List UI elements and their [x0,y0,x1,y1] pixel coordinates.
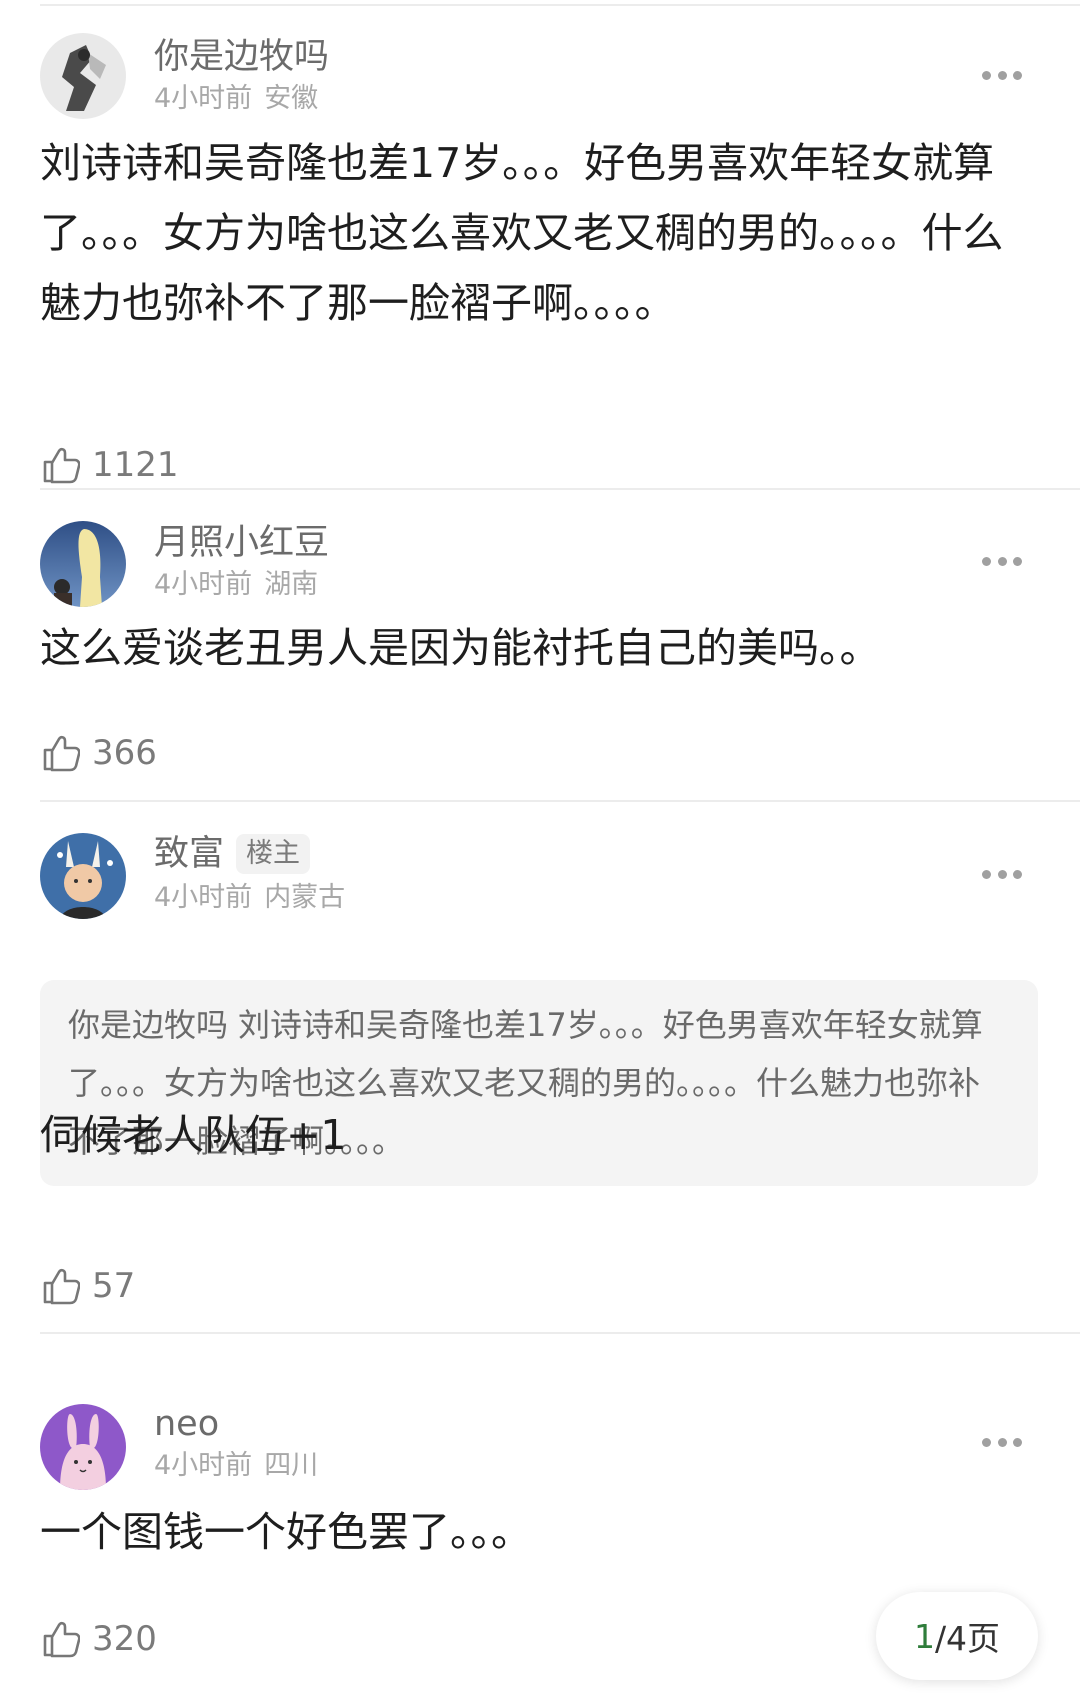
comment-item: 月照小红豆 4小时前 湖南 这么爱谈老丑男人是因为能衬托自己的美吗。。 366 [0,490,1080,802]
op-badge: 楼主 [236,834,311,874]
comment-time: 4小时前 [154,569,253,600]
comment-location: 安徽 [264,83,319,114]
page-current: 1 [913,1616,935,1656]
like-count: 57 [92,1266,136,1306]
user-name[interactable]: 致富 [154,834,224,874]
user-name-row: 致富 楼主 [154,834,311,874]
avatar[interactable] [40,521,126,607]
more-dots-icon[interactable] [982,869,1022,879]
avatar[interactable] [40,833,126,919]
like-count: 1121 [92,445,179,485]
user-name-row: 你是边牧吗 [154,37,329,77]
avatar[interactable] [40,1404,126,1490]
comment-meta: 4小时前 内蒙古 [154,882,345,914]
user-name[interactable]: neo [154,1404,219,1444]
like-count: 320 [92,1619,157,1659]
like-button[interactable]: 320 [42,1619,157,1659]
page-total: /4页 [934,1619,1001,1658]
comment-time: 4小时前 [154,882,253,913]
page-indicator[interactable]: 1/4页 [876,1592,1038,1680]
thumbs-up-icon [43,735,80,772]
comment-text: 伺候老人队伍+1 [40,1111,347,1159]
avatar[interactable] [40,33,126,119]
like-button[interactable]: 57 [42,1266,135,1306]
more-dots-icon[interactable] [982,1437,1022,1447]
user-name[interactable]: 月照小红豆 [154,523,329,563]
comment-time: 4小时前 [154,1450,253,1481]
comment-item: 致富 楼主 4小时前 内蒙古 你是边牧吗 刘诗诗和吴奇隆也差17岁。。。好色男喜欢年… [0,802,1080,1334]
comment-time: 4小时前 [154,83,253,114]
more-dots-icon[interactable] [982,70,1022,80]
comment-text: 这么爱谈老丑男人是因为能衬托自己的美吗。。 [40,624,881,672]
like-button[interactable]: 366 [42,733,157,773]
comment-text: 刘诗诗和吴奇隆也差17岁。。。好色男喜欢年轻女就算了。。。女方为啥也这么喜欢又老… [40,139,1004,327]
comment-meta: 4小时前 安徽 [154,83,318,115]
comment-meta: 4小时前 四川 [154,1450,318,1482]
comment-item: 你是边牧吗 4小时前 安徽 刘诗诗和吴奇隆也差17岁。。。好色男喜欢年轻女就算了。… [0,0,1080,490]
thumbs-up-icon [43,1268,80,1305]
quote-author[interactable]: 你是边牧吗 [68,1006,228,1044]
thumbs-up-icon [43,1621,80,1658]
user-name-row: 月照小红豆 [154,523,329,563]
like-button[interactable]: 1121 [42,445,179,485]
thumbs-up-icon [43,447,80,484]
more-dots-icon[interactable] [982,556,1022,566]
comment-meta: 4小时前 湖南 [154,569,318,601]
like-count: 366 [92,733,157,773]
comment-location: 四川 [264,1450,319,1481]
comment-location: 内蒙古 [264,882,346,913]
comment-text: 一个图钱一个好色罢了。。。 [40,1508,532,1556]
user-name-row: neo [154,1404,219,1444]
comment-location: 湖南 [264,569,319,600]
user-name[interactable]: 你是边牧吗 [154,37,329,77]
